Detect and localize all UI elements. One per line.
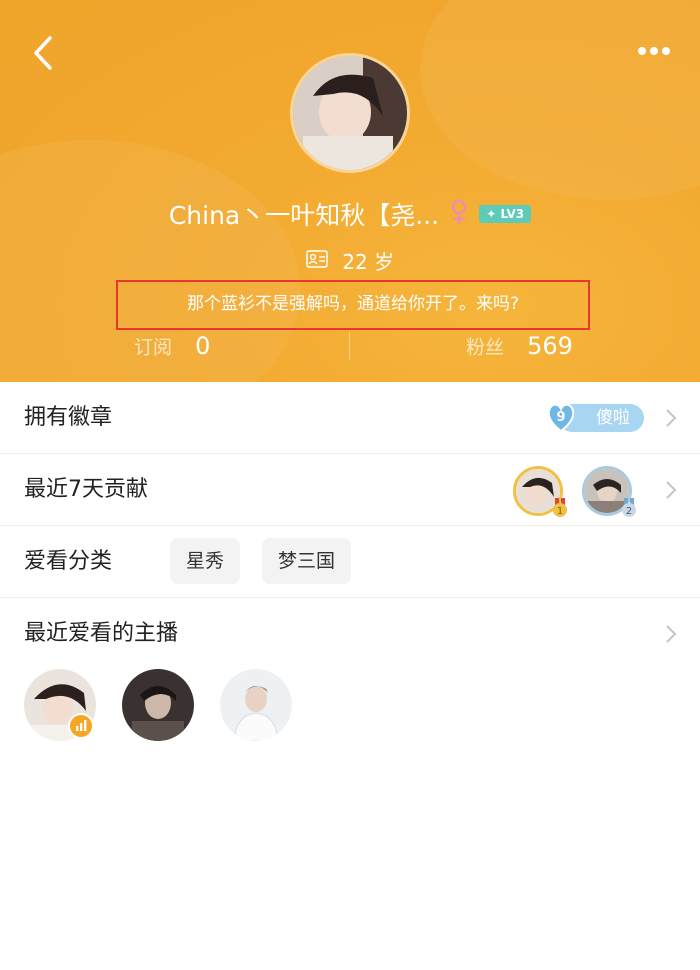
anchor-photo <box>122 669 194 741</box>
age-row: 22 岁 <box>0 246 700 275</box>
fans-stat[interactable]: 粉丝 569 <box>466 332 573 360</box>
rank-2-text: 2 <box>626 506 632 517</box>
badges-row[interactable]: 拥有徽章 傻啦 9 <box>0 382 700 454</box>
anchor-avatar[interactable] <box>220 669 292 741</box>
rank-2-medal: 2 <box>620 498 638 518</box>
rank-1-medal: 1 <box>551 498 569 518</box>
recent-anchors-row[interactable]: 最近爱看的主播 <box>0 598 700 670</box>
female-icon <box>450 199 468 229</box>
category-tag[interactable]: 梦三国 <box>262 538 352 584</box>
chevron-right-icon <box>666 625 677 643</box>
profile-header: China丶一叶知秋【尧... ✦ LV3 22 岁 那个蓝衫不是强解吗，通道给… <box>0 0 700 382</box>
level-text: LV3 <box>500 207 525 221</box>
chevron-right-icon <box>666 481 677 499</box>
badges-label: 拥有徽章 <box>24 405 113 430</box>
medal-icon: 2 <box>622 498 636 517</box>
anchor-photo <box>220 669 292 741</box>
fan-badge-text: 傻啦 <box>596 408 630 428</box>
subscribe-value: 0 <box>195 332 211 360</box>
live-indicator-icon <box>68 713 94 739</box>
stats-bar: 订阅 0 粉丝 569 <box>0 328 700 364</box>
user-avatar[interactable] <box>290 53 410 173</box>
rank-1-text: 1 <box>557 506 563 517</box>
medal-icon: 1 <box>553 498 567 517</box>
stats-divider <box>349 332 350 360</box>
subscribe-stat[interactable]: 订阅 0 <box>134 332 210 360</box>
recent-anchors-label: 最近爱看的主播 <box>24 621 179 646</box>
user-signature: 那个蓝衫不是强解吗，通道给你开了。来吗? <box>116 280 590 330</box>
categories-row: 爱看分类 星秀 梦三国 <box>0 526 700 598</box>
avatar-photo <box>293 56 407 170</box>
user-name-row: China丶一叶知秋【尧... ✦ LV3 <box>0 196 700 232</box>
anchor-list <box>0 667 700 747</box>
contribution-label: 最近7天贡献 <box>24 477 148 502</box>
anchor-avatar[interactable] <box>122 669 194 741</box>
chevron-right-icon <box>666 409 677 427</box>
contribution-row[interactable]: 最近7天贡献 1 2 <box>0 454 700 526</box>
badge-level-text: 9 <box>556 410 565 425</box>
rank-medal-icon <box>552 952 570 970</box>
level-badge: ✦ LV3 <box>479 205 532 223</box>
background-shape <box>420 0 700 200</box>
fans-label: 粉丝 <box>466 336 505 359</box>
categories-label: 爱看分类 <box>24 549 113 574</box>
back-button[interactable] <box>28 34 68 74</box>
subscribe-label: 订阅 <box>134 336 173 359</box>
heart-badge-icon: 9 <box>547 403 575 433</box>
id-card-icon <box>306 249 328 273</box>
fans-value: 569 <box>527 332 573 360</box>
more-button[interactable] <box>634 36 674 66</box>
user-age: 22 岁 <box>342 250 395 274</box>
category-tag[interactable]: 星秀 <box>170 538 241 584</box>
chevron-left-icon <box>34 36 52 70</box>
more-dots-icon <box>638 47 670 55</box>
user-name: China丶一叶知秋【尧... <box>168 201 440 230</box>
